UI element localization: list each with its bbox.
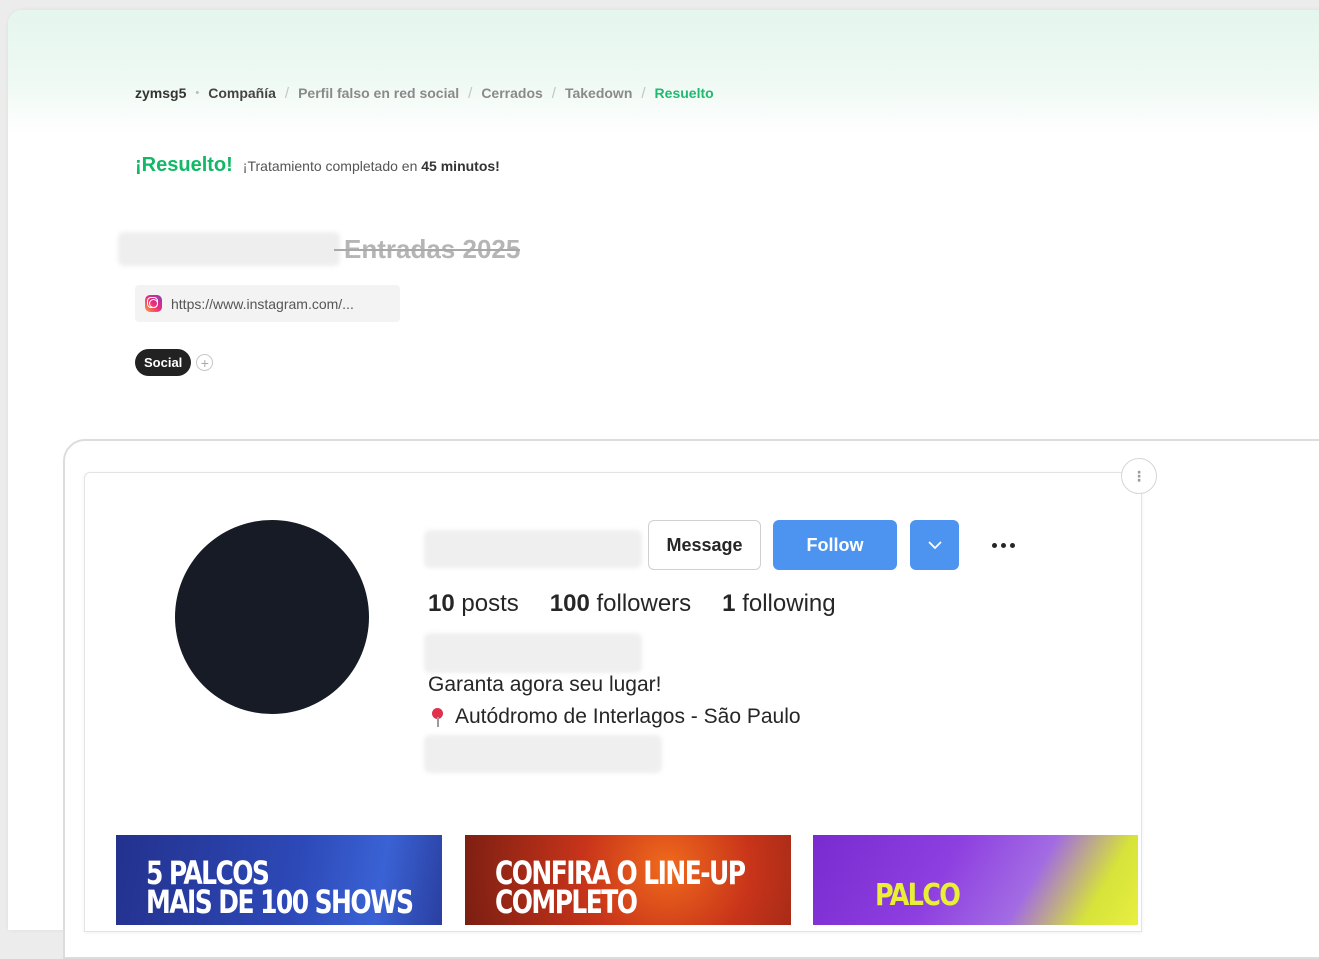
- stat-followers[interactable]: 100 followers: [550, 590, 691, 618]
- breadcrumb-item-closed[interactable]: Cerrados: [481, 85, 542, 101]
- redacted-bio-link: [424, 735, 662, 773]
- bio-line-2: Autódromo de Interlagos - São Paulo: [428, 705, 801, 729]
- stat-posts[interactable]: 10 posts: [428, 590, 519, 618]
- post-3-text: PALCO: [875, 878, 961, 913]
- breadcrumb: zymsg5 • Compañía / Perfil falso en red …: [135, 84, 714, 102]
- redacted-username: [424, 530, 642, 568]
- breadcrumb-separator: /: [551, 84, 556, 102]
- more-options-icon[interactable]: [985, 530, 1021, 560]
- breadcrumb-separator: /: [468, 84, 473, 102]
- tag-social[interactable]: Social: [135, 349, 192, 376]
- status-row: ¡Resuelto! ¡Tratamiento completado en 45…: [135, 154, 500, 177]
- tags-row: Social +: [135, 349, 214, 376]
- stat-following[interactable]: 1 following: [722, 590, 835, 618]
- post-thumbnail-3[interactable]: PALCO: [813, 835, 1138, 925]
- breadcrumb-separator: /: [641, 84, 646, 102]
- redacted-title-block: [118, 232, 340, 266]
- chevron-down-icon: [927, 541, 942, 550]
- status-message: ¡Tratamiento completado en 45 minutos!: [243, 158, 500, 174]
- message-button[interactable]: Message: [648, 520, 761, 570]
- breadcrumb-company[interactable]: Compañía: [208, 85, 276, 101]
- options-kebab-button[interactable]: ⋮: [1121, 458, 1157, 494]
- post-2-text: CONFIRA O LINE-UP COMPLETO: [495, 854, 746, 921]
- case-url-chip[interactable]: https://www.instagram.com/...: [135, 285, 400, 322]
- status-message-prefix: ¡Tratamiento completado en: [242, 158, 422, 174]
- post-thumbnail-2[interactable]: CONFIRA O LINE-UP COMPLETO: [465, 835, 791, 925]
- follow-dropdown-button[interactable]: [910, 520, 959, 570]
- status-duration: 45 minutos!: [421, 158, 500, 174]
- header-band: [8, 10, 1319, 135]
- breadcrumb-org[interactable]: zymsg5: [135, 85, 186, 101]
- avatar: [175, 520, 369, 714]
- breadcrumb-separator: /: [284, 84, 290, 102]
- bio-location: Autódromo de Interlagos - São Paulo: [455, 705, 801, 728]
- follow-button[interactable]: Follow: [773, 520, 897, 570]
- redacted-display-name: [424, 633, 642, 673]
- post-thumbnail-1[interactable]: 5 PALCOS MAIS DE 100 SHOWS: [116, 835, 442, 925]
- bio-line-1: Garanta agora seu lugar!: [428, 673, 662, 696]
- breadcrumb-dot-separator: •: [195, 87, 200, 99]
- add-tag-button[interactable]: +: [196, 354, 214, 371]
- profile-stats: 10 posts 100 followers 1 following: [428, 590, 867, 618]
- case-url: https://www.instagram.com/...: [171, 295, 354, 312]
- instagram-icon: [145, 295, 162, 312]
- breadcrumb-item-fake-profile[interactable]: Perfil falso en red social: [298, 85, 459, 101]
- breadcrumb-item-takedown[interactable]: Takedown: [565, 85, 632, 101]
- post-1-text: 5 PALCOS MAIS DE 100 SHOWS: [146, 854, 414, 921]
- status-title: ¡Resuelto!: [135, 154, 233, 176]
- location-pin-icon: [428, 706, 448, 728]
- case-title: Entradas 2025: [333, 233, 521, 264]
- breadcrumb-current: Resuelto: [654, 85, 714, 101]
- case-title-row: Entradas 2025: [118, 232, 521, 266]
